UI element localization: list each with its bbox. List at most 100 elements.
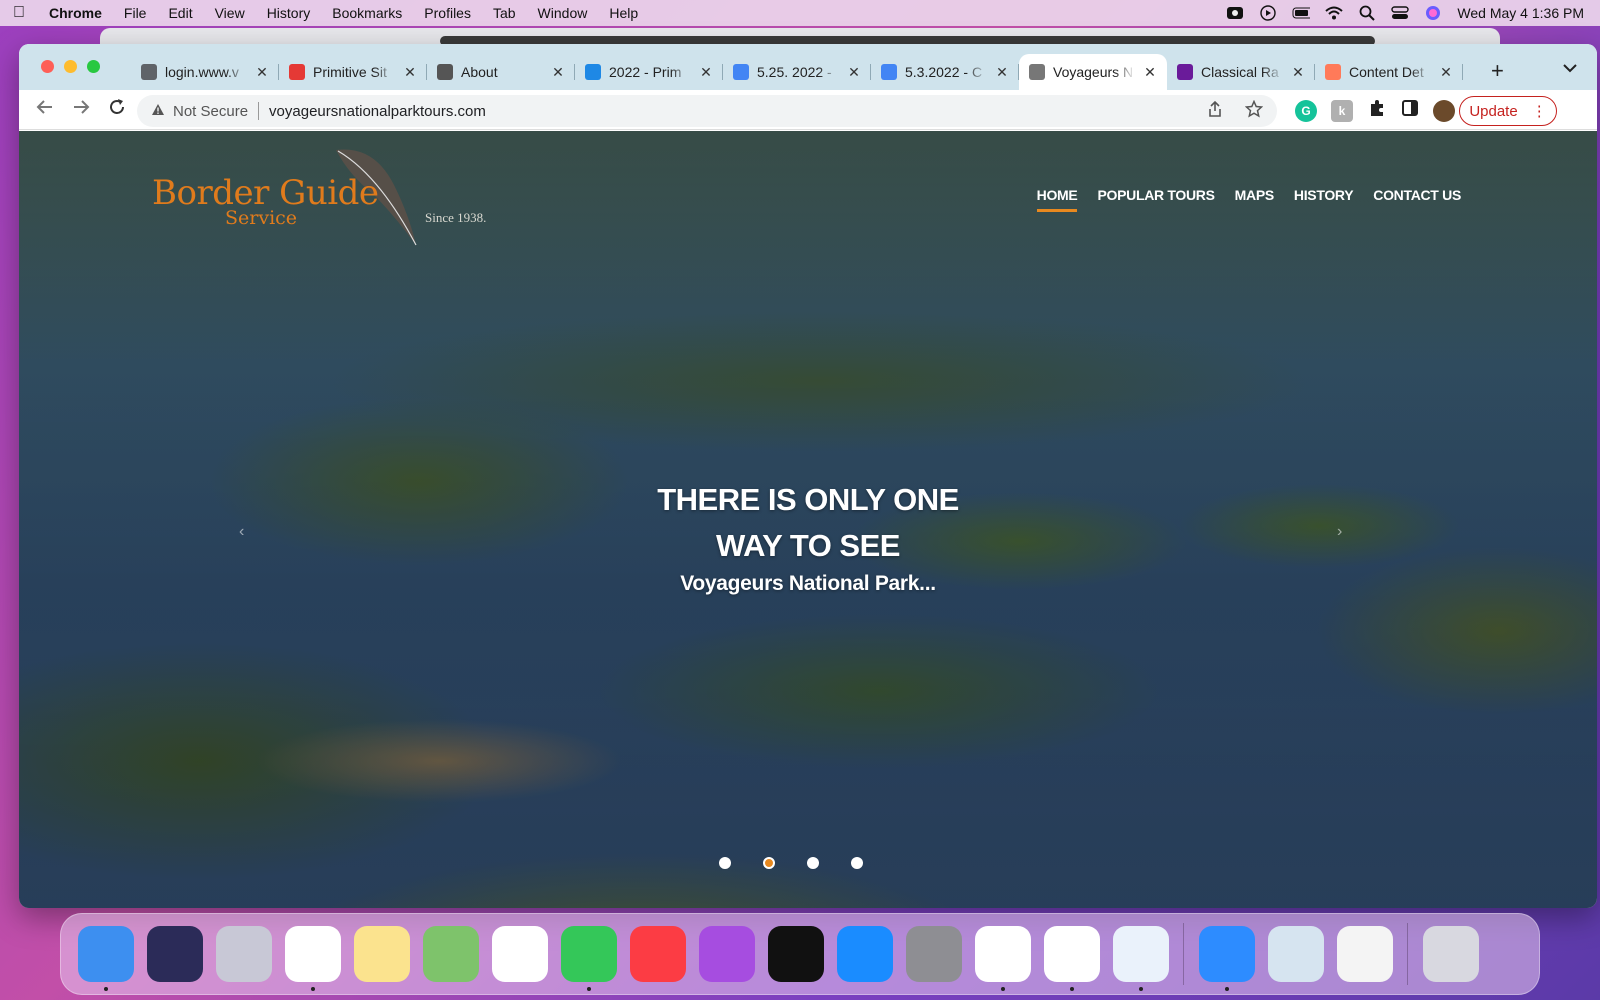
tab-7[interactable]: Classical Ra ✕ <box>1167 54 1315 90</box>
nav-contact-us[interactable]: CONTACT US <box>1373 187 1461 212</box>
warning-icon[interactable] <box>151 103 165 119</box>
globe-icon <box>141 64 157 80</box>
extension-icon[interactable]: k <box>1331 99 1353 122</box>
security-label[interactable]: Not Secure <box>173 103 248 120</box>
profile-avatar[interactable] <box>1433 99 1455 122</box>
logo-line2: Service <box>225 207 298 229</box>
photos-icon[interactable] <box>491 926 548 982</box>
siri-status-icon[interactable] <box>1424 6 1442 20</box>
update-button[interactable]: Update ⋮ <box>1459 96 1557 126</box>
tab-strip: login.www.v ✕ Primitive Sit ✕ About ✕ 2022 - P… <box>19 44 1597 90</box>
menu-edit[interactable]: Edit <box>157 5 203 21</box>
printer-icon[interactable] <box>1112 926 1169 991</box>
menu-help[interactable]: Help <box>598 5 649 21</box>
tab-close-icon[interactable]: ✕ <box>1143 64 1157 81</box>
tv-icon[interactable] <box>767 926 824 982</box>
clock[interactable]: Wed May 4 1:36 PM <box>1457 5 1584 21</box>
minimize-window-button[interactable] <box>64 60 77 73</box>
menu-chrome[interactable]: Chrome <box>38 5 113 21</box>
url-text[interactable]: voyageursnationalparktours.com <box>269 103 486 120</box>
trash-icon[interactable] <box>1422 926 1479 982</box>
site-logo[interactable]: Border Guide Service Since 1938. <box>152 149 492 273</box>
hero-line1: THERE IS ONLY ONE <box>657 482 959 517</box>
slider-dot[interactable] <box>807 857 819 869</box>
tab-6[interactable]: Voyageurs N ✕ <box>1019 54 1167 90</box>
tab-close-icon[interactable]: ✕ <box>255 64 269 81</box>
spotlight-search-icon[interactable] <box>1358 5 1376 21</box>
settings-icon[interactable] <box>905 926 962 982</box>
menu-window[interactable]: Window <box>527 5 599 21</box>
new-tab-button[interactable]: + <box>1491 58 1504 84</box>
tab-close-icon[interactable]: ✕ <box>995 64 1009 81</box>
control-center-icon[interactable] <box>1391 6 1410 20</box>
tab-4[interactable]: 5.25. 2022 - ✕ <box>723 54 871 90</box>
menu-history[interactable]: History <box>256 5 322 21</box>
play-status-icon[interactable] <box>1259 5 1277 21</box>
more-menu-icon[interactable]: ⋮ <box>1532 102 1547 120</box>
address-bar[interactable]: Not Secure voyageursnationalparktours.co… <box>137 95 1277 127</box>
notes-icon[interactable] <box>353 926 410 982</box>
fullscreen-window-button[interactable] <box>87 60 100 73</box>
update-label: Update <box>1469 102 1518 120</box>
bookmark-star-icon[interactable] <box>1244 99 1264 122</box>
nav-history[interactable]: HISTORY <box>1294 187 1354 212</box>
tab-0[interactable]: login.www.v ✕ <box>131 54 279 90</box>
tab-5[interactable]: 5.3.2022 - C ✕ <box>871 54 1019 90</box>
finder-icon[interactable] <box>77 926 134 991</box>
menu-file[interactable]: File <box>113 5 158 21</box>
menu-tab[interactable]: Tab <box>482 5 527 21</box>
zoom-icon[interactable] <box>1198 926 1255 991</box>
tab-2[interactable]: About ✕ <box>427 54 575 90</box>
share-icon[interactable] <box>1207 100 1223 122</box>
clickup-icon[interactable] <box>1043 926 1100 991</box>
tab-3[interactable]: 2022 - Prim ✕ <box>575 54 723 90</box>
nav-home[interactable]: HOME <box>1036 187 1078 212</box>
wifi-icon[interactable] <box>1325 6 1344 20</box>
browser-toolbar: Not Secure voyageursnationalparktours.co… <box>19 90 1597 130</box>
hero-text: THERE IS ONLY ONE WAY TO SEE Voyageurs N… <box>19 477 1597 599</box>
slider-dot[interactable] <box>851 857 863 869</box>
tab-close-icon[interactable]: ✕ <box>1439 64 1453 81</box>
slider-dot[interactable] <box>719 857 731 869</box>
forward-button[interactable] <box>63 99 99 120</box>
tab-search-chevron-icon[interactable] <box>1563 60 1577 76</box>
music-icon[interactable] <box>629 926 686 982</box>
battery-icon[interactable] <box>1292 6 1311 20</box>
grammarly-icon[interactable]: G <box>1295 99 1317 122</box>
launchpad-icon[interactable] <box>215 926 272 982</box>
back-button[interactable] <box>27 99 63 120</box>
tab-close-icon[interactable]: ✕ <box>403 64 417 81</box>
chrome-icon[interactable] <box>284 926 341 991</box>
tab-close-icon[interactable]: ✕ <box>1291 64 1305 81</box>
slack-icon[interactable] <box>974 926 1031 991</box>
siri-icon[interactable] <box>146 926 203 982</box>
hubspot-icon <box>1325 64 1341 80</box>
tab-label: Voyageurs N <box>1053 64 1134 80</box>
menu-bookmarks[interactable]: Bookmarks <box>321 5 413 21</box>
maps-icon[interactable] <box>422 926 479 982</box>
tab-label: 5.3.2022 - C <box>905 64 983 80</box>
apple-icon[interactable]:  <box>0 4 38 22</box>
menu-profiles[interactable]: Profiles <box>413 5 482 21</box>
tab-1[interactable]: Primitive Sit ✕ <box>279 54 427 90</box>
p-icon <box>1177 64 1193 80</box>
tab-close-icon[interactable]: ✕ <box>699 64 713 81</box>
extensions-puzzle-icon[interactable] <box>1367 98 1387 123</box>
nav-maps[interactable]: MAPS <box>1235 187 1275 212</box>
tab-label: Primitive Sit <box>313 64 387 80</box>
reload-button[interactable] <box>99 98 135 121</box>
side-panel-icon[interactable] <box>1401 99 1419 122</box>
tab-8[interactable]: Content Det ✕ <box>1315 54 1463 90</box>
messages-icon[interactable] <box>560 926 617 991</box>
nav-popular-tours[interactable]: POPULAR TOURS <box>1097 187 1214 212</box>
camera-status-icon[interactable] <box>1226 6 1244 20</box>
tab-close-icon[interactable]: ✕ <box>551 64 565 81</box>
podcasts-icon[interactable] <box>698 926 755 982</box>
menu-view[interactable]: View <box>204 5 256 21</box>
close-window-button[interactable] <box>41 60 54 73</box>
tab-close-icon[interactable]: ✕ <box>847 64 861 81</box>
textedit-icon[interactable] <box>1336 926 1393 982</box>
appstore-icon[interactable] <box>836 926 893 982</box>
preview-icon[interactable] <box>1267 926 1324 982</box>
slider-dot[interactable] <box>763 857 775 869</box>
